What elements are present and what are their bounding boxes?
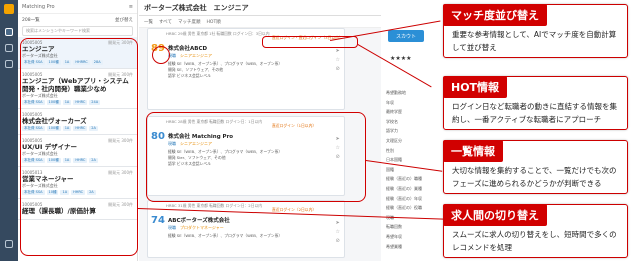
nav-rail [0, 0, 18, 261]
hide-icon[interactable]: ⊘ [336, 65, 340, 74]
profile-field: 希望年収 [386, 233, 402, 239]
profile-field: 経験（直近の）職種 [386, 176, 422, 182]
app-logo [4, 4, 14, 14]
candidate-company: 株式会社ABCD [168, 46, 208, 52]
profile-field: 語学力 [386, 128, 398, 134]
profile-field: 経験（直近の）年収 [386, 195, 422, 201]
profile-field: 最終学歴 [386, 109, 402, 115]
callout-text: 重要な参考情報として、AIでマッチ度を自動計算して並び替え [452, 30, 617, 52]
profile-field: 文理区分 [386, 137, 402, 143]
profile-field: 学校名 [386, 118, 398, 124]
profile-field: 経験（直近の）役職 [386, 205, 422, 211]
language-line: 語学 ビジネス会話レベル [168, 73, 211, 78]
filter-icon[interactable] [5, 44, 13, 52]
profile-field: 性別 [386, 147, 394, 153]
list-icon[interactable] [5, 28, 13, 36]
sort-link[interactable]: 並び替え [115, 17, 133, 23]
profile-field: 年収 [386, 99, 394, 105]
scout-button[interactable]: スカウト [388, 30, 424, 42]
menu-icon[interactable]: ≡ [129, 4, 133, 10]
callout-box: HOT情報ログイン日など転職者の動きに直結する情報を集約し、一番アクティブな転職… [443, 76, 628, 130]
search-input[interactable]: 検索はメンションやキーワード検索 [22, 26, 133, 36]
callout-box: 一覧情報大切な情報を集約することで、一覧だけでも次のフェーズに進められるかどうか… [443, 140, 628, 194]
send-icon[interactable]: ➤ [336, 47, 340, 56]
position-title: シニアエンジニア [180, 53, 212, 58]
callout-box: マッチ度並び替え重要な参考情報として、AIでマッチ度を自動計算して並び替え [443, 4, 628, 58]
list-toolbar: 一覧 すべて マッチ度順 HOT順 [139, 16, 387, 28]
profile-field: 転職回数 [386, 224, 402, 230]
hot-badge [152, 46, 170, 64]
toolbar-item[interactable]: すべて [159, 19, 172, 25]
toolbar-item[interactable]: マッチ度順 [178, 19, 201, 25]
callout-text: スムーズに求人の切り替えをし、短時間で多くのレコメンドを処理 [452, 230, 617, 252]
app-title: Matching Pro [22, 3, 55, 10]
job-title: ボーターズ株式会社 エンジニア [139, 0, 387, 16]
callout-heading: マッチ度並び替え [443, 4, 547, 26]
callout-heading: HOT情報 [443, 76, 508, 98]
callout-text: ログイン日など転職者の動きに直結する情報を集約し、一番アクティブな転職者にアプロ… [452, 102, 617, 124]
highlight-job-list [20, 38, 138, 256]
callout-heading: 一覧情報 [443, 140, 503, 162]
callout-box: 求人間の切り替えスムーズに求人の切り替えをし、短時間で多くのレコメンドを処理 [443, 204, 628, 258]
star-icon[interactable]: ☆ [336, 228, 340, 237]
match-score: 74 [151, 215, 165, 226]
position-label: 現職 [168, 225, 176, 230]
send-icon[interactable]: ➤ [336, 219, 340, 228]
candidate-company: ABCボーターズ株式会社 [168, 218, 230, 224]
highlight-list-info [146, 112, 366, 202]
toolbar-item[interactable]: HOT順 [207, 19, 221, 25]
settings-icon[interactable] [5, 60, 13, 68]
experience-line: 経験 SE（WEB、オープン系）、プログラマ（WEB、オープン系） [168, 233, 283, 238]
position-title: プロダクトマネージャー [180, 225, 224, 230]
star-icon[interactable]: ☆ [336, 56, 340, 65]
screenshot: Matching Pro ≡ 208一覧 並び替え 検索はメンションやキーワード検索… [0, 0, 632, 261]
rating-stars: ★★★★ [390, 55, 412, 62]
profile-field: 経験（直近の）業種 [386, 185, 422, 191]
job-count: 208一覧 [22, 17, 40, 23]
profile-field: 希望業種 [386, 243, 402, 249]
hide-icon[interactable]: ⊘ [336, 237, 340, 246]
add-icon[interactable] [5, 240, 13, 248]
toolbar-item[interactable]: 一覧 [144, 19, 153, 25]
callout-text: 大切な情報を集約することで、一覧だけでも次のフェーズに進められるかどうかが判断で… [452, 166, 617, 188]
profile-field: 希望勤務地 [386, 90, 406, 95]
callout-heading: 求人間の切り替え [443, 204, 547, 226]
